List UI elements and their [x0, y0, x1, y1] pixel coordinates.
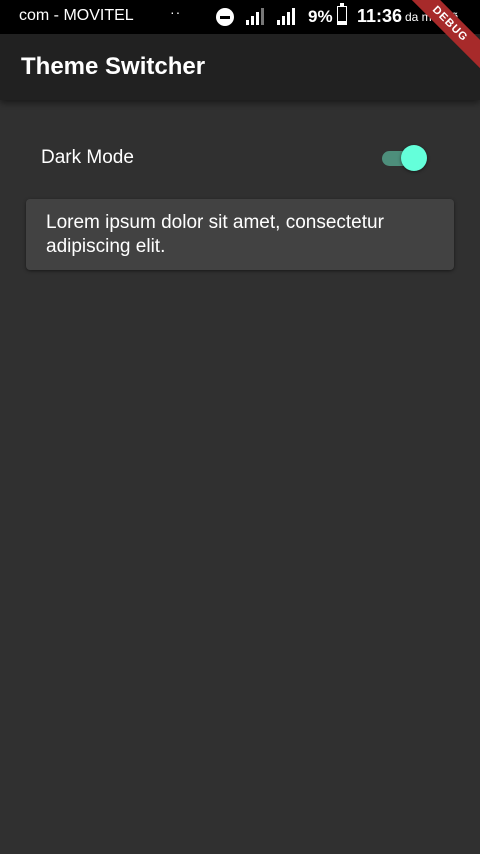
- dark-mode-label: Dark Mode: [41, 147, 134, 168]
- battery-charging-icon: [337, 3, 347, 25]
- card-text: Lorem ipsum dolor sit amet, consectetur …: [46, 212, 384, 257]
- signal-icon: [246, 8, 264, 25]
- battery-percent: 9%: [308, 7, 333, 26]
- toggle-thumb: [401, 145, 427, 171]
- app-screen: com - MOVITEL ·· 9% 11:36 da manhã DEBUG…: [0, 0, 480, 854]
- status-clock: 11:36: [357, 6, 403, 26]
- lorem-card: Lorem ipsum dolor sit amet, consectetur …: [26, 199, 454, 270]
- do-not-disturb-icon: [216, 8, 234, 26]
- notification-dots: ··: [170, 4, 182, 20]
- app-bar: Theme Switcher: [0, 34, 480, 100]
- page-title: Theme Switcher: [21, 53, 206, 80]
- carrier-name: com - MOVITEL: [19, 7, 134, 24]
- status-bar: com - MOVITEL ·· 9% 11:36 da manhã: [0, 0, 480, 34]
- signal-icon: [277, 8, 295, 25]
- dark-mode-toggle[interactable]: [380, 145, 430, 171]
- dark-mode-setting-row[interactable]: Dark Mode: [25, 136, 455, 182]
